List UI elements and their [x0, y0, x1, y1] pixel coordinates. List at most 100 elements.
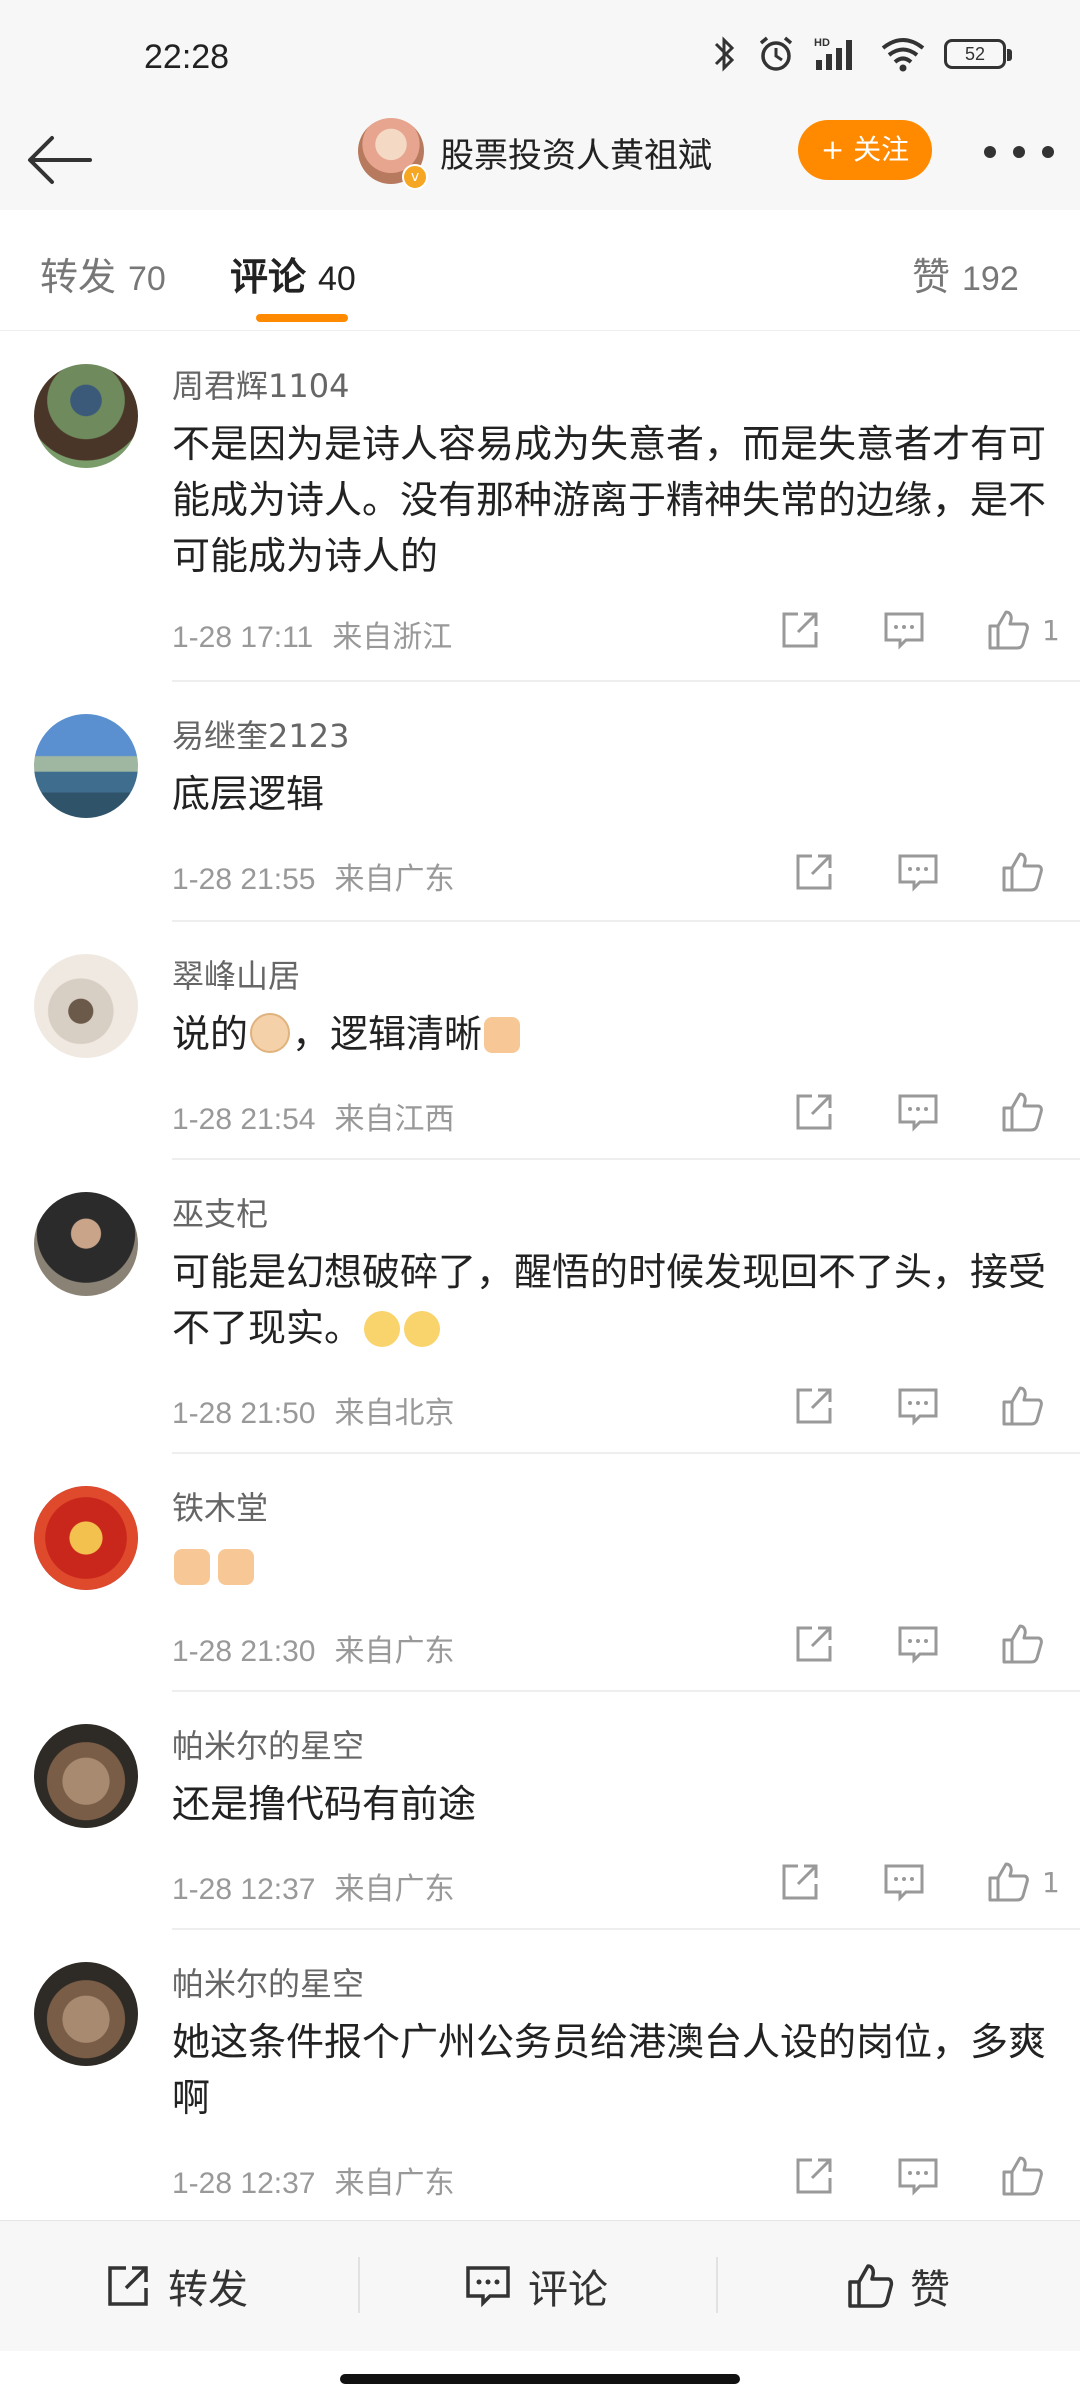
comment-item: 巫支杞 可能是幻想破碎了，醒悟的时候发现回不了头，接受不了现实。 1-28 21… [0, 1160, 1080, 1454]
comment-button[interactable]: 评论 [464, 2251, 608, 2321]
thumbs-up-emoji-icon [174, 1549, 210, 1585]
comment-avatar[interactable] [34, 1486, 138, 1590]
like-button[interactable]: 赞 [846, 2251, 950, 2321]
comment-meta: 1-28 17:11 来自浙江 [172, 612, 452, 656]
ok-hand-emoji-icon [250, 1013, 291, 1053]
repost-icon[interactable] [792, 1622, 836, 1666]
comment-item: 周君辉1104 不是因为是诗人容易成为失意者，而是失意者才有可能成为诗人。没有那… [0, 332, 1080, 682]
tab-comments[interactable]: 评论 40 [230, 246, 356, 301]
comment-actions [732, 1384, 1044, 1428]
comment-text: 说的 ，逻辑清晰 [172, 1006, 1050, 1062]
repost-label: 转发 [168, 2267, 248, 2313]
emoji-icon [404, 1311, 441, 1347]
tab-likes[interactable]: 赞 192 [912, 246, 1019, 301]
divider [358, 2257, 360, 2313]
comment-author[interactable]: 周君辉1104 [172, 366, 1050, 406]
active-tab-indicator [256, 314, 348, 322]
comment-actions: 1 [718, 1860, 1060, 1904]
status-icons: HD 52 [712, 34, 1012, 74]
battery-icon: 52 [944, 39, 1012, 69]
top-header: v 股票投资人黄祖斌 + 关注 [0, 110, 1080, 210]
home-indicator[interactable] [340, 2374, 740, 2384]
comment-actions [732, 1090, 1044, 1134]
comment-location: 来自广东 [334, 1634, 455, 1669]
comment-icon[interactable] [896, 1622, 940, 1666]
comment-avatar[interactable] [34, 714, 138, 818]
follow-button[interactable]: + 关注 [798, 120, 932, 180]
like-icon[interactable] [1000, 1622, 1044, 1666]
comment-text: 还是撸代码有前途 [172, 1782, 477, 1826]
repost-icon[interactable] [778, 1860, 822, 1904]
comment-icon [466, 2266, 510, 2308]
status-time: 22:28 [144, 38, 230, 76]
repost-icon[interactable] [792, 2154, 836, 2198]
comment-avatar[interactable] [34, 954, 138, 1058]
verified-badge-icon: v [402, 164, 428, 190]
tab-likes-label: 赞 [912, 255, 951, 299]
comment-icon[interactable] [896, 850, 940, 894]
comment-author[interactable]: 铁木堂 [172, 1488, 1050, 1528]
comment-icon[interactable] [896, 1090, 940, 1134]
comment-author[interactable]: 翠峰山居 [172, 956, 1050, 996]
comment-author[interactable]: 巫支杞 [172, 1194, 1050, 1234]
author-name[interactable]: 股票投资人黄祖斌 [440, 128, 712, 177]
comment-time: 1-28 21:50 [172, 1397, 316, 1430]
like-icon[interactable] [986, 1860, 1030, 1904]
tab-comments-count: 40 [318, 260, 356, 298]
comment-actions [732, 1622, 1044, 1666]
comment-actions [732, 850, 1044, 894]
thumbs-up-emoji-icon [218, 1549, 254, 1585]
comment-item: 帕米尔的星空 她这条件报个广州公务员给港澳台人设的岗位，多爽啊 1-28 12:… [0, 1930, 1080, 2220]
back-arrow-icon[interactable] [24, 122, 100, 198]
comment-actions: 1 [718, 608, 1060, 652]
comment-label: 评论 [528, 2267, 608, 2313]
like-icon [848, 2264, 894, 2308]
thumbs-up-emoji-icon [484, 1017, 521, 1053]
tab-likes-count: 192 [962, 260, 1019, 298]
like-icon[interactable] [1000, 2154, 1044, 2198]
comment-icon[interactable] [896, 1384, 940, 1428]
repost-icon[interactable] [792, 1090, 836, 1134]
comment-icon[interactable] [882, 1860, 926, 1904]
repost-icon[interactable] [792, 850, 836, 894]
wifi-icon [881, 38, 925, 72]
comment-time: 1-28 17:11 [172, 621, 314, 654]
comment-author[interactable]: 帕米尔的星空 [172, 1964, 1050, 2004]
bottom-action-bar: 转发 评论 赞 [0, 2220, 1080, 2351]
bluetooth-icon [714, 36, 735, 72]
alarm-icon [759, 36, 793, 71]
comment-author[interactable]: 易继奎2123 [172, 716, 1050, 756]
comment-location: 来自江西 [334, 1102, 455, 1137]
like-icon[interactable] [1000, 1090, 1044, 1134]
comment-item: 翠峰山居 说的 ，逻辑清晰 1-28 21:54 来自江西 [0, 922, 1080, 1160]
comment-avatar[interactable] [34, 1724, 138, 1828]
tab-comments-label: 评论 [230, 255, 307, 299]
comment-avatar[interactable] [34, 1962, 138, 2066]
comment-avatar[interactable] [34, 364, 138, 468]
comment-item: 易继奎2123 底层逻辑 1-28 21:55 来自广东 [0, 682, 1080, 922]
comment-author[interactable]: 帕米尔的星空 [172, 1726, 1050, 1766]
like-count: 1 [1042, 613, 1060, 647]
comment-icon[interactable] [896, 2154, 940, 2198]
comment-text: 可能是幻想破碎了，醒悟的时候发现回不了头，接受不了现实。 [172, 1244, 1050, 1356]
like-icon[interactable] [986, 608, 1030, 652]
comment-avatar[interactable] [34, 1192, 138, 1296]
repost-icon [108, 2266, 148, 2306]
repost-icon[interactable] [778, 608, 822, 652]
comment-meta: 1-28 21:30 来自广东 [172, 1626, 455, 1670]
comment-text: 不是因为是诗人容易成为失意者，而是失意者才有可能成为诗人。没有那种游离于精神失常… [172, 422, 1047, 578]
tab-repost-label: 转发 [40, 255, 117, 299]
tab-repost[interactable]: 转发 70 [40, 246, 166, 301]
more-icon[interactable] [984, 146, 1054, 160]
repost-icon[interactable] [792, 1384, 836, 1428]
comment-time: 1-28 12:37 [172, 1873, 316, 1906]
comment-meta: 1-28 12:37 来自广东 [172, 1864, 455, 1908]
comment-icon[interactable] [882, 608, 926, 652]
comment-meta: 1-28 21:50 来自北京 [172, 1388, 455, 1432]
like-icon[interactable] [1000, 1384, 1044, 1428]
like-icon[interactable] [1000, 850, 1044, 894]
repost-button[interactable]: 转发 [104, 2251, 248, 2321]
comment-location: 来自广东 [334, 862, 455, 897]
comment-meta: 1-28 21:54 来自江西 [172, 1094, 455, 1138]
signal-icon: HD [814, 37, 852, 70]
